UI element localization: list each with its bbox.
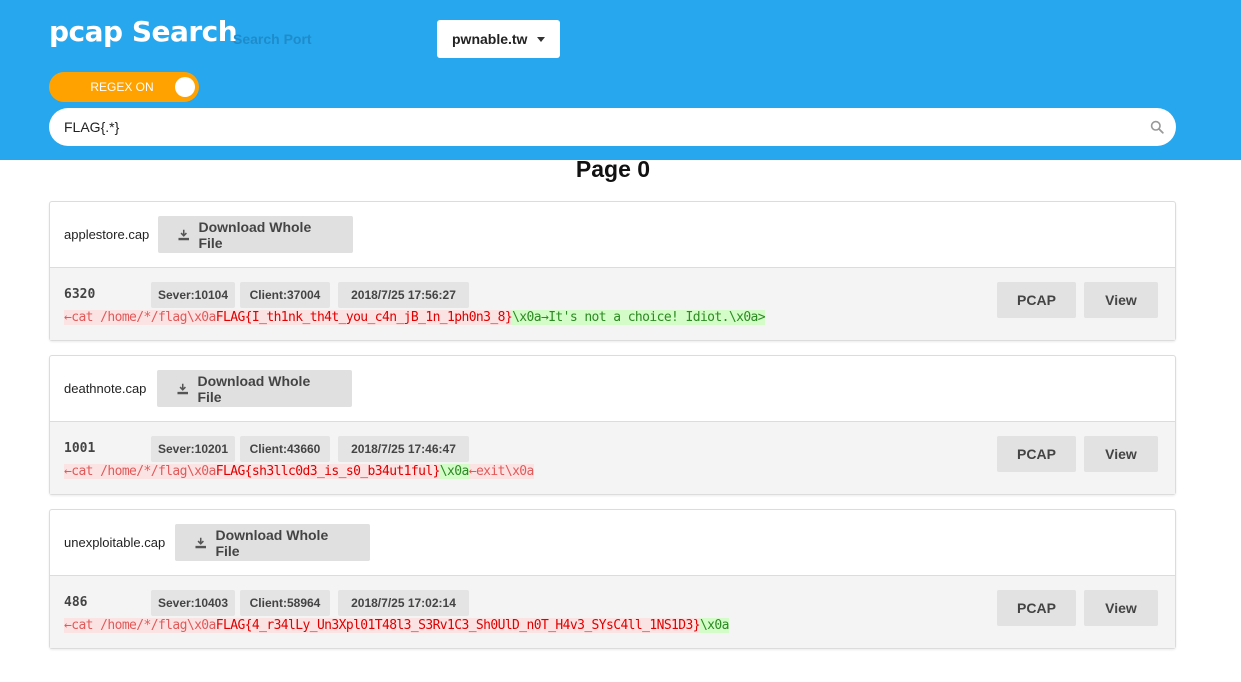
download-icon	[178, 229, 189, 240]
payload-prefix: ←cat /home/*/flag\x0a	[64, 618, 216, 633]
result-card: deathnote.cap Download Whole File 1001 S…	[49, 355, 1176, 495]
message-id: 486	[64, 595, 88, 610]
result-card-body: 486 Sever:10403 Client:58964 2018/7/25 1…	[50, 576, 1175, 648]
timestamp-badge: 2018/7/25 17:46:47	[338, 436, 469, 462]
result-card-body: 1001 Sever:10201 Client:43660 2018/7/25 …	[50, 422, 1175, 494]
regex-toggle[interactable]: REGEX ON	[49, 72, 199, 102]
result-card-body: 6320 Sever:10104 Client:37004 2018/7/25 …	[50, 268, 1175, 340]
result-card-header: applestore.cap Download Whole File	[50, 202, 1175, 268]
server-port-badge: Sever:10403	[151, 590, 235, 616]
toggle-knob	[175, 77, 195, 97]
file-name: applestore.cap	[64, 227, 150, 242]
client-port-badge: Client:43660	[240, 436, 330, 462]
download-icon	[195, 537, 206, 548]
payload-suffix: \x0a	[439, 464, 469, 479]
host-dropdown[interactable]: pwnable.tw	[437, 20, 560, 58]
download-whole-file-button[interactable]: Download Whole File	[157, 370, 352, 407]
result-card-header: unexploitable.cap Download Whole File	[50, 510, 1175, 576]
result-card-header: deathnote.cap Download Whole File	[50, 356, 1175, 422]
pcap-button[interactable]: PCAP	[997, 436, 1076, 472]
download-label: Download Whole File	[215, 526, 329, 559]
app-title: pcap Search	[49, 15, 238, 48]
download-whole-file-button[interactable]: Download Whole File	[175, 524, 370, 561]
search-icon[interactable]	[1150, 120, 1164, 134]
search-bar	[49, 108, 1176, 146]
view-button[interactable]: View	[1084, 436, 1158, 472]
result-card: applestore.cap Download Whole File 6320 …	[49, 201, 1176, 341]
client-port-badge: Client:58964	[240, 590, 330, 616]
file-name: unexploitable.cap	[64, 535, 166, 550]
download-label: Download Whole File	[197, 372, 311, 405]
pcap-button[interactable]: PCAP	[997, 590, 1076, 626]
download-whole-file-button[interactable]: Download Whole File	[158, 216, 353, 253]
view-button[interactable]: View	[1084, 282, 1158, 318]
message-id: 1001	[64, 441, 96, 456]
server-port-badge: Sever:10104	[151, 282, 235, 308]
caret-down-icon	[537, 37, 545, 42]
timestamp-badge: 2018/7/25 17:02:14	[338, 590, 469, 616]
page-title: Page 0	[575, 156, 651, 182]
search-input[interactable]	[64, 117, 1124, 137]
payload-prefix: ←cat /home/*/flag\x0a	[64, 310, 216, 325]
download-label: Download Whole File	[198, 218, 312, 251]
host-dropdown-value: pwnable.tw	[452, 31, 528, 47]
header-bar: pcap Search pwnable.tw REGEX ON	[0, 0, 1241, 160]
result-card: unexploitable.cap Download Whole File 48…	[49, 509, 1176, 649]
payload-extra: ←exit\x0a	[468, 464, 534, 479]
payload-match: FLAG{I_th1nk_th4t_you_c4n_jB_1n_1ph0n3_8…	[215, 310, 513, 325]
payload-prefix: ←cat /home/*/flag\x0a	[64, 464, 216, 479]
timestamp-badge: 2018/7/25 17:56:27	[338, 282, 469, 308]
view-button[interactable]: View	[1084, 590, 1158, 626]
payload-match: FLAG{4_r34lLy_Un3Xpl01T48l3_S3Rv1C3_Sh0U…	[215, 618, 701, 633]
download-icon	[177, 383, 188, 394]
server-port-badge: Sever:10201	[151, 436, 235, 462]
pcap-button[interactable]: PCAP	[997, 282, 1076, 318]
payload-line: ←cat /home/*/flag\x0aFLAG{I_th1nk_th4t_y…	[64, 310, 766, 325]
payload-line: ←cat /home/*/flag\x0aFLAG{4_r34lLy_Un3Xp…	[64, 618, 729, 633]
message-id: 6320	[64, 287, 96, 302]
file-name: deathnote.cap	[64, 381, 147, 396]
payload-suffix: \x0a→It's not a choice! Idiot.\x0a>	[512, 310, 766, 325]
client-port-badge: Client:37004	[240, 282, 330, 308]
payload-line: ←cat /home/*/flag\x0aFLAG{sh3llc0d3_is_s…	[64, 464, 534, 479]
payload-suffix: \x0a	[699, 618, 729, 633]
payload-match: FLAG{sh3llc0d3_is_s0_b34ut1ful}	[215, 464, 440, 479]
search-port-input[interactable]	[233, 28, 413, 50]
